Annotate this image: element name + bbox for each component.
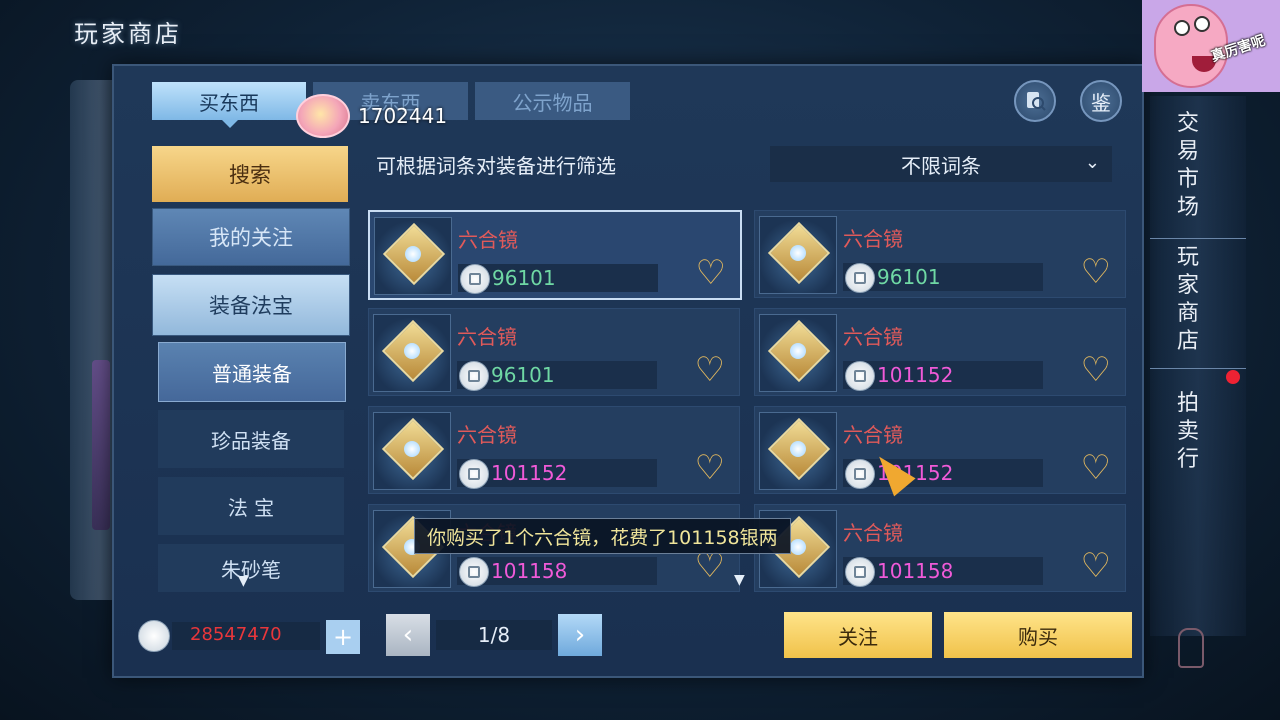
buy-button[interactable]: 购买 xyxy=(944,612,1132,658)
item-name: 六合镜 xyxy=(843,423,903,447)
sub-rare-equipment[interactable]: 珍品装备 xyxy=(158,410,344,468)
nav-trading-market[interactable]: 交易市场 xyxy=(1168,110,1208,222)
item-icon xyxy=(759,216,837,294)
item-price: 101158 xyxy=(877,559,954,583)
avatar xyxy=(296,94,350,138)
ribbon-decoration xyxy=(92,360,110,530)
item-price: 96101 xyxy=(491,363,555,387)
sub-cinnabar-pen[interactable]: 朱砂笔 xyxy=(158,544,344,592)
heart-icon[interactable]: ♡ xyxy=(1081,255,1111,289)
item-icon xyxy=(374,217,452,295)
tab-buy[interactable]: 买东西 xyxy=(152,82,306,128)
gem-core xyxy=(790,539,806,555)
next-page-button[interactable]: › xyxy=(558,614,602,656)
prev-page-button[interactable]: ‹ xyxy=(386,614,430,656)
item-name: 六合镜 xyxy=(457,325,517,349)
chevron-down-icon[interactable]: ▼ xyxy=(238,573,249,589)
item-card[interactable]: 六合镜 96101 ♡ xyxy=(754,210,1126,298)
heart-icon[interactable]: ♡ xyxy=(1081,451,1111,485)
item-card[interactable]: 六合镜 96101 ♡ xyxy=(368,308,740,396)
heart-icon[interactable]: ♡ xyxy=(695,451,725,485)
page-title: 玩家商店 xyxy=(74,20,182,48)
pig-eye xyxy=(1194,16,1210,32)
player-id: 1702441 xyxy=(358,104,448,128)
sub-fabao[interactable]: 法 宝 xyxy=(158,477,344,535)
menu-search[interactable]: 搜索 xyxy=(152,146,348,202)
page-indicator: 1/8 xyxy=(436,620,552,650)
gem-core xyxy=(404,343,420,359)
silver-coin-icon xyxy=(845,361,875,391)
item-icon xyxy=(373,314,451,392)
divider xyxy=(1150,238,1246,239)
item-price: 101152 xyxy=(491,461,568,485)
silver-coin-icon xyxy=(460,264,490,294)
affix-filter-value: 不限词条 xyxy=(901,153,981,178)
gem-core xyxy=(404,441,420,457)
streamer-watermark: 真厉害呢 xyxy=(1142,0,1280,92)
silver-coin-icon xyxy=(459,459,489,489)
pig-eye xyxy=(1174,20,1190,36)
item-icon xyxy=(759,412,837,490)
chevron-left-icon: ‹ xyxy=(402,620,414,650)
magnifier-scroll-icon xyxy=(1027,92,1046,111)
item-price: 96101 xyxy=(877,265,941,289)
follow-button[interactable]: 关注 xyxy=(784,612,932,658)
menu-equip-fabao[interactable]: 装备法宝 xyxy=(152,274,350,336)
chevron-right-icon: › xyxy=(574,620,586,650)
affix-filter-select[interactable]: 不限词条 ⌄ xyxy=(770,146,1112,182)
silver-coin-icon xyxy=(459,557,489,587)
nav-player-shop[interactable]: 玩家商店 xyxy=(1168,244,1208,356)
gem-core xyxy=(790,343,806,359)
item-icon xyxy=(373,412,451,490)
gem-core xyxy=(790,245,806,261)
heart-icon[interactable]: ♡ xyxy=(1081,549,1111,583)
item-icon xyxy=(759,314,837,392)
item-name: 六合镜 xyxy=(843,521,903,545)
item-name: 六合镜 xyxy=(843,325,903,349)
item-card[interactable]: 六合镜 96101 ♡ xyxy=(368,210,742,300)
appraise-button[interactable]: 鉴 xyxy=(1080,80,1122,122)
item-price: 101152 xyxy=(877,363,954,387)
tab-public-items[interactable]: 公示物品 xyxy=(475,82,630,120)
item-name: 六合镜 xyxy=(843,227,903,251)
gem-core xyxy=(405,246,421,262)
heart-icon[interactable]: ♡ xyxy=(695,549,725,583)
silver-coin-icon xyxy=(845,557,875,587)
chevron-down-icon: ⌄ xyxy=(1084,152,1100,173)
chevron-down-icon[interactable]: ▼ xyxy=(734,572,745,588)
silver-coin-icon xyxy=(459,361,489,391)
purchase-toast: 你购买了1个六合镜，花费了101158银两 xyxy=(414,518,791,554)
item-card[interactable]: 六合镜 101152 ♡ xyxy=(368,406,740,494)
tassel-decoration xyxy=(1178,628,1204,668)
heart-icon[interactable]: ♡ xyxy=(695,353,725,387)
item-price: 101158 xyxy=(491,559,568,583)
gem-core xyxy=(790,441,806,457)
heart-icon[interactable]: ♡ xyxy=(696,256,726,290)
nav-auction-house[interactable]: 拍卖行 xyxy=(1168,390,1208,474)
notification-dot xyxy=(1226,370,1240,384)
item-name: 六合镜 xyxy=(458,228,518,252)
inspect-button[interactable] xyxy=(1014,80,1056,122)
money-value: 28547470 xyxy=(190,624,282,645)
item-card[interactable]: 六合镜 101158 ♡ xyxy=(754,504,1126,592)
add-money-button[interactable]: + xyxy=(326,620,360,654)
divider xyxy=(1150,368,1246,369)
sub-normal-equipment[interactable]: 普通装备 xyxy=(158,342,346,402)
filter-hint: 可根据词条对装备进行筛选 xyxy=(376,154,616,178)
item-card[interactable]: 六合镜 101152 ♡ xyxy=(754,308,1126,396)
heart-icon[interactable]: ♡ xyxy=(1081,353,1111,387)
item-card[interactable]: 六合镜 101152 ♡ xyxy=(754,406,1126,494)
menu-my-follow[interactable]: 我的关注 xyxy=(152,208,350,266)
silver-coin-icon xyxy=(138,620,170,652)
silver-coin-icon xyxy=(845,263,875,293)
item-name: 六合镜 xyxy=(457,423,517,447)
item-price: 96101 xyxy=(492,266,556,290)
